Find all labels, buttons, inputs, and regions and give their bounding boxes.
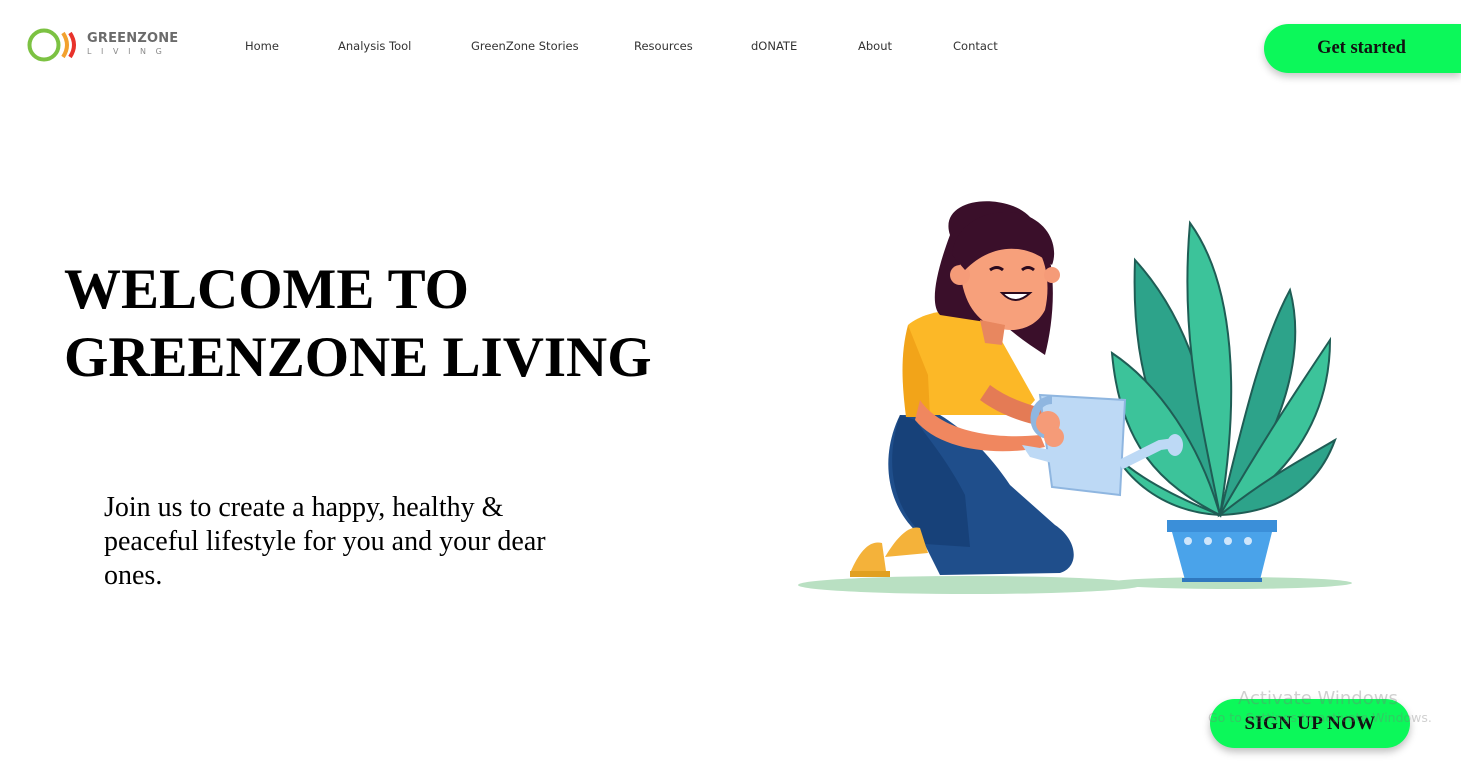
nav-item-about[interactable]: About bbox=[858, 39, 892, 53]
logo-tagline: LIVING bbox=[87, 47, 172, 56]
plant-pot bbox=[1167, 520, 1277, 582]
nav-item-contact[interactable]: Contact bbox=[953, 39, 998, 53]
sign-up-now-label: SIGN UP NOW bbox=[1244, 712, 1376, 734]
hero-description: Join us to create a happy, healthy & pea… bbox=[104, 492, 546, 591]
logo-ring-icon bbox=[27, 28, 61, 62]
get-started-label: Get started bbox=[1317, 38, 1406, 58]
hero-title-line-2: GREENZONE LIVING bbox=[64, 326, 652, 389]
logo-title: GREENZONE bbox=[87, 31, 179, 46]
logo-text: GREENZONE LIVING bbox=[87, 32, 178, 57]
nav-item-greenzone-stories[interactable]: GreenZone Stories bbox=[471, 39, 579, 53]
sign-up-now-button[interactable]: SIGN UP NOW bbox=[1210, 699, 1410, 748]
nav-item-analysis-tool[interactable]: Analysis Tool bbox=[338, 39, 411, 53]
nav-item-home[interactable]: Home bbox=[245, 39, 279, 53]
nav-item-resources[interactable]: Resources bbox=[634, 39, 693, 53]
logo-arc-icon bbox=[61, 31, 76, 59]
woman-watering-plant-illustration bbox=[798, 201, 1352, 594]
plant-leaves bbox=[1110, 220, 1337, 518]
get-started-button[interactable]: Get started bbox=[1264, 24, 1461, 73]
hero-title-line-1: WELCOME TO bbox=[64, 258, 469, 321]
nav-item-donate[interactable]: dONATE bbox=[751, 39, 797, 53]
brand-logo[interactable]: GREENZONE LIVING bbox=[27, 24, 178, 68]
hero-title: WELCOME TO GREENZONE LIVING bbox=[64, 256, 764, 392]
